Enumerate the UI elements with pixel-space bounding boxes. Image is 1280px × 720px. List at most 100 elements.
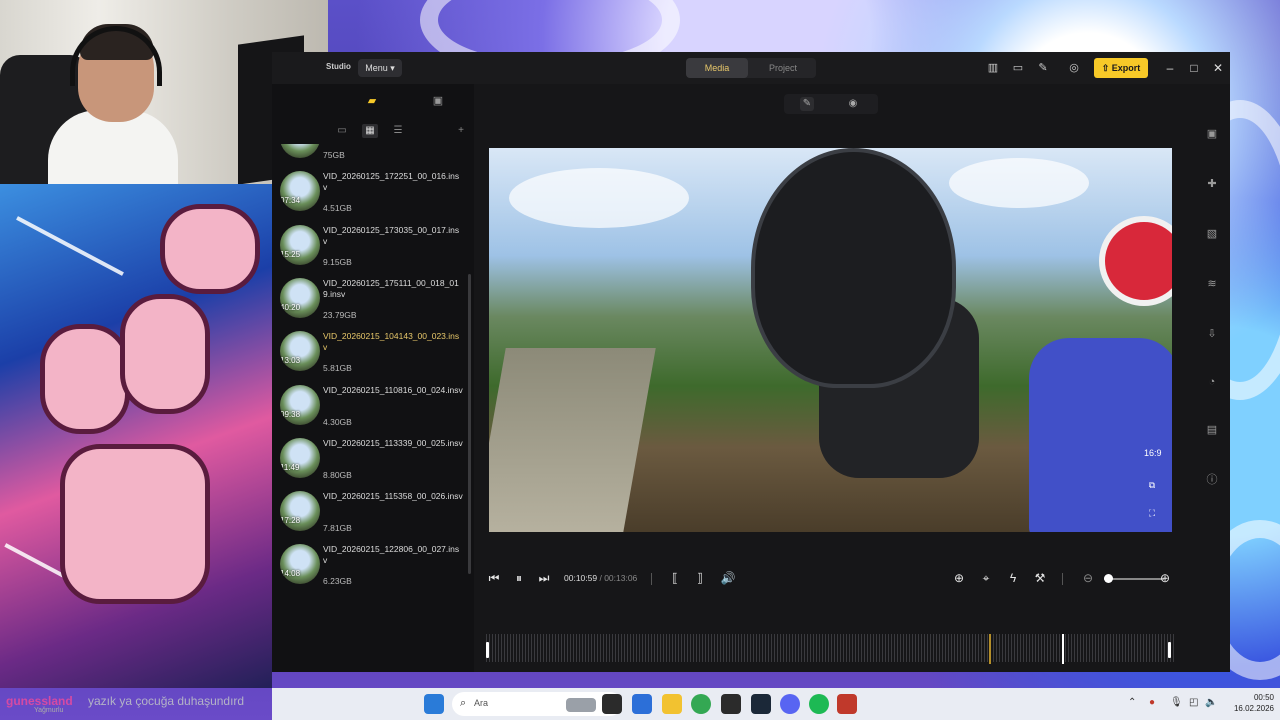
deep-track-icon[interactable]: ⌖ bbox=[978, 570, 994, 586]
next-icon[interactable]: ⏭ bbox=[536, 570, 552, 586]
file-name: VID_20260125_173035_00_017.insv bbox=[323, 224, 460, 246]
folder-icon[interactable]: ▰ bbox=[364, 94, 380, 108]
search-placeholder: Ara bbox=[474, 698, 489, 708]
preview-mode-toggle: ✎ ◉ bbox=[784, 94, 878, 114]
camera-icon[interactable]: ▣ bbox=[1204, 126, 1220, 142]
chevron-up-icon[interactable]: ⌃ bbox=[1128, 697, 1136, 708]
close-icon[interactable]: ✕ bbox=[1209, 59, 1227, 77]
volume-icon[interactable]: 🔊 bbox=[720, 570, 736, 586]
playhead[interactable] bbox=[1062, 634, 1065, 664]
sidebar-scrollbar[interactable] bbox=[468, 274, 471, 574]
timeline-start-handle[interactable] bbox=[486, 642, 489, 658]
edit-mode-icon[interactable]: ✎ bbox=[800, 97, 814, 111]
pause-icon[interactable]: ⏸ bbox=[511, 570, 527, 586]
download-icon[interactable]: ⇩ bbox=[1204, 326, 1220, 342]
task-view-icon[interactable] bbox=[602, 694, 622, 714]
edit-icon[interactable]: ✎ bbox=[1036, 61, 1050, 75]
file-duration: 14:08 bbox=[280, 569, 301, 579]
start-icon[interactable] bbox=[424, 694, 444, 714]
menu-button[interactable]: Menu ▾ bbox=[358, 59, 402, 77]
speaker-icon[interactable]: 🔈 bbox=[1205, 697, 1217, 708]
taskbar-search[interactable]: ⌕ Ara bbox=[452, 692, 622, 716]
batch-icon[interactable]: ▤ bbox=[1204, 422, 1220, 438]
image-edit-icon[interactable]: ▧ bbox=[1204, 226, 1220, 242]
speed-streak bbox=[16, 216, 124, 276]
weather-icon[interactable] bbox=[566, 698, 596, 712]
file-list-item[interactable]: 11:49 VID_20260215_113339_00_025.insv 8.80… bbox=[272, 434, 468, 486]
file-list-item[interactable]: 17:28 VID_20260215_115358_00_026.insv 7.81… bbox=[272, 487, 468, 539]
chat-message: yazık ya çocuğa duhaşundırd bbox=[88, 694, 245, 708]
timeline-track[interactable] bbox=[486, 634, 1176, 664]
file-list-item[interactable]: 14:08 VID_20260215_122806_00_027.insv 6.23… bbox=[272, 540, 468, 592]
outlook-icon[interactable] bbox=[632, 694, 652, 714]
file-explorer-icon[interactable] bbox=[662, 694, 682, 714]
zoom-out-icon[interactable]: ⊖ bbox=[1080, 570, 1096, 586]
microphone-icon[interactable]: 🎙 bbox=[1170, 697, 1183, 708]
tray-app-icon[interactable]: ● bbox=[1149, 697, 1155, 708]
flash-icon[interactable]: ϟ bbox=[1005, 570, 1021, 586]
trim-end-icon[interactable]: ⟧ bbox=[692, 570, 708, 586]
taskbar-clock[interactable]: 00:50 16.02.2026 bbox=[1220, 692, 1274, 714]
app-brand: Studio bbox=[326, 62, 351, 71]
file-name: VID_20260125_172251_00_016.insv bbox=[323, 171, 460, 193]
video-preview[interactable]: 16:9 ⧉ ⛶ bbox=[489, 148, 1172, 532]
album-icon[interactable]: ▣ bbox=[430, 94, 446, 108]
settings-icon[interactable]: ◎ bbox=[1067, 61, 1081, 75]
eye-icon[interactable]: ◉ bbox=[846, 97, 860, 111]
list-view-icon[interactable]: ☰ bbox=[390, 124, 406, 138]
timeline-end-handle[interactable] bbox=[1168, 642, 1171, 658]
file-list-item[interactable]: 07:34 VID_20260125_172251_00_016.insv 4.51… bbox=[272, 167, 468, 219]
export-button[interactable]: ⇧ Export bbox=[1094, 58, 1148, 78]
file-name: VID_20260125_175111_00_018_019.insv bbox=[323, 277, 459, 299]
motion-icon[interactable]: ⚒ bbox=[1032, 570, 1048, 586]
info-icon[interactable]: ⓘ bbox=[1204, 472, 1220, 488]
minimize-icon[interactable]: – bbox=[1161, 59, 1179, 77]
layout-icon[interactable]: ▥ bbox=[986, 61, 1000, 75]
stream-chat: gunessland yazık ya çocuğa duhaşundırd Y… bbox=[6, 692, 306, 718]
pip-icon[interactable]: ⧉ bbox=[1144, 478, 1160, 492]
tab-project[interactable]: Project bbox=[752, 58, 814, 78]
discord-icon[interactable] bbox=[780, 694, 800, 714]
fullscreen-icon[interactable]: ⛶ bbox=[1144, 506, 1160, 520]
grid-view-icon[interactable]: ▦ bbox=[362, 124, 378, 138]
river-water bbox=[489, 348, 656, 532]
add-keyframe-icon[interactable]: ⊕ bbox=[951, 570, 967, 586]
file-size: 6.23GB bbox=[323, 576, 352, 587]
file-thumbnail: 14:08 bbox=[280, 544, 320, 585]
file-duration: 15:25 bbox=[280, 249, 301, 259]
plugin-icon[interactable]: ✚ bbox=[1204, 176, 1220, 192]
speed-icon[interactable]: ◔ bbox=[1204, 374, 1220, 390]
tab-media[interactable]: Media bbox=[686, 58, 748, 78]
large-view-icon[interactable]: ▭ bbox=[334, 124, 350, 138]
app-icon[interactable] bbox=[721, 694, 741, 714]
file-size: 9.15GB bbox=[323, 256, 352, 267]
add-icon[interactable]: + bbox=[453, 124, 469, 138]
zoom-in-icon[interactable]: ⊕ bbox=[1157, 570, 1173, 586]
export-label: Export bbox=[1111, 63, 1141, 73]
file-list-item[interactable]: 09:38 VID_20260215_110816_00_024.insv 4.30… bbox=[272, 381, 468, 433]
previous-icon[interactable]: ⏮ bbox=[486, 570, 502, 586]
media-sidebar: ▰ ▣ ▭ ▦ ☰ + VID_20260125_165651_00_015.i… bbox=[272, 84, 474, 672]
steam-icon[interactable] bbox=[751, 694, 771, 714]
file-list-item[interactable]: 40:20 VID_20260125_175111_00_018_019.insv… bbox=[272, 274, 468, 326]
insta360-taskbar-icon[interactable] bbox=[837, 694, 857, 714]
file-list-item[interactable]: 13:03 VID_20260215_104143_00_023.insv 5.81… bbox=[272, 327, 468, 379]
message-icon[interactable]: ▭ bbox=[1011, 61, 1025, 75]
file-list-item[interactable]: VID_20260125_165651_00_015.insv75GB bbox=[272, 144, 468, 166]
zoom-slider[interactable] bbox=[1104, 578, 1164, 580]
chrome-icon[interactable] bbox=[691, 694, 711, 714]
file-list-item[interactable]: 15:25 VID_20260125_173035_00_017.insv 9.15… bbox=[272, 221, 468, 273]
finger-shape bbox=[40, 324, 130, 434]
trim-start-icon[interactable]: ⟦ bbox=[667, 570, 683, 586]
current-time: 00:10:59 bbox=[564, 573, 598, 583]
view-mode-row: ▭ ▦ ☰ + bbox=[272, 122, 474, 140]
maximize-icon[interactable]: □ bbox=[1185, 59, 1203, 77]
network-icon[interactable]: ◰ bbox=[1189, 697, 1198, 708]
file-size: 8.80GB bbox=[323, 469, 352, 480]
aspect-ratio-label[interactable]: 16:9 bbox=[1144, 446, 1162, 460]
file-thumbnail: 13:03 bbox=[280, 331, 320, 372]
file-duration: 13:03 bbox=[280, 356, 301, 366]
spotify-icon[interactable] bbox=[809, 694, 829, 714]
zoom-slider-knob[interactable] bbox=[1104, 574, 1113, 583]
audio-icon[interactable]: ≋ bbox=[1204, 276, 1220, 292]
